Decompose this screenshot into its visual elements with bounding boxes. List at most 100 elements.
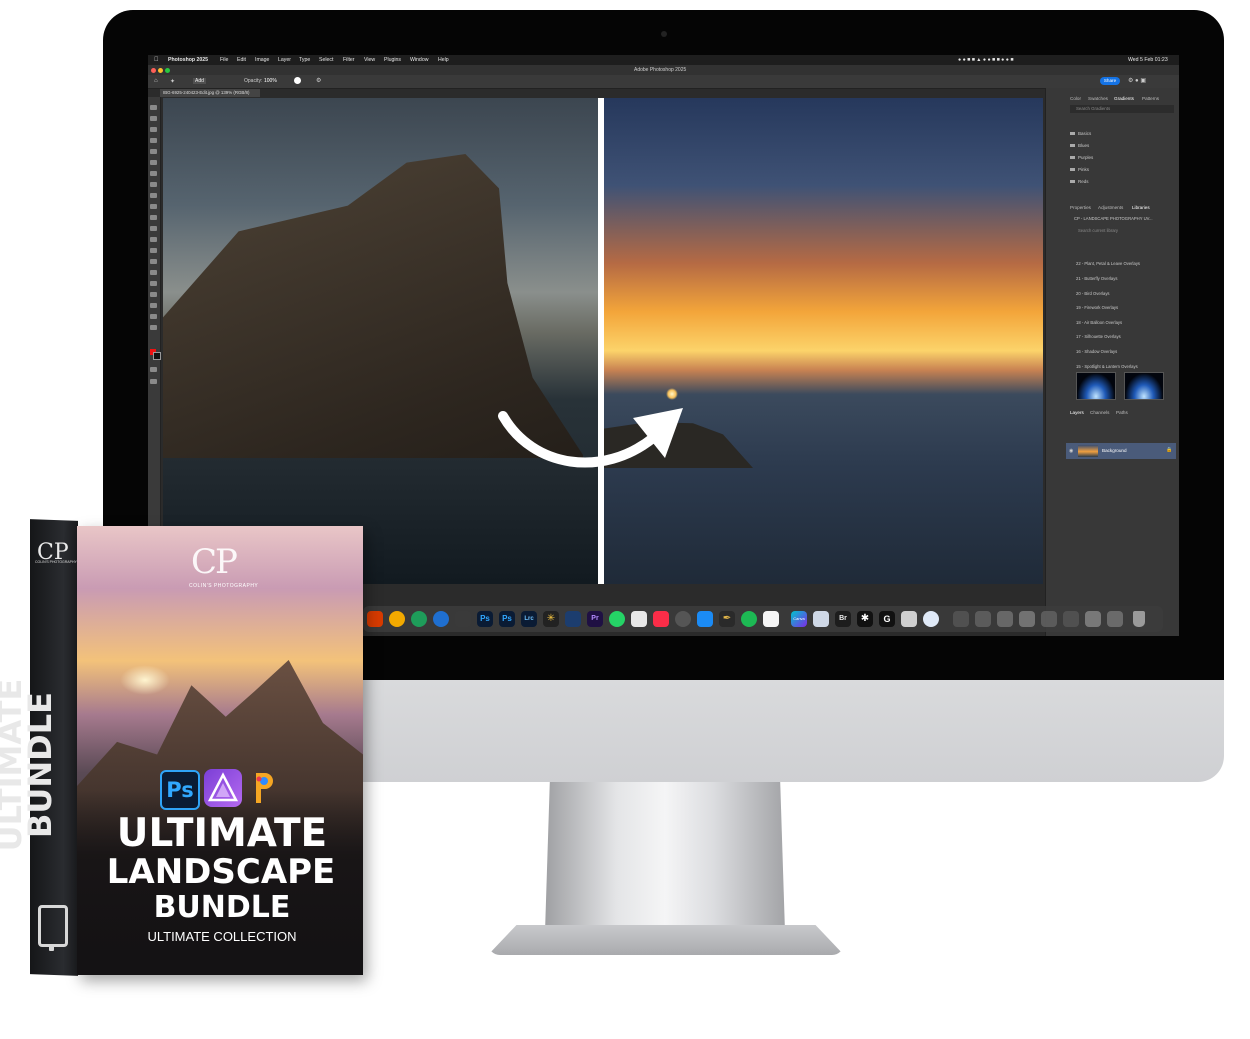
menu-file[interactable]: File [220,57,228,63]
pen-tool-icon[interactable] [150,270,157,275]
menu-type[interactable]: Type [299,57,310,63]
frame-tool-icon[interactable] [150,160,157,165]
home-icon[interactable]: ⌂ [154,78,158,84]
tab-color[interactable]: Color [1070,96,1081,101]
minimized-window-thumbnail[interactable] [1107,611,1123,627]
menu-image[interactable]: Image [255,57,269,63]
opacity-value[interactable]: 100% [264,78,277,84]
gdata-icon[interactable] [389,611,405,627]
library-item-22[interactable]: 22 - Plant, Petal & Leave Overlays [1076,261,1140,266]
marquee-tool-icon[interactable] [150,116,157,121]
brush-preview-icon[interactable] [294,77,301,84]
library-search-input[interactable]: Search current library [1078,228,1118,233]
selection-mode-add[interactable]: Add [193,78,206,84]
library-item-21[interactable]: 21 - Butterfly Overlays [1076,276,1117,281]
minimized-window-thumbnail[interactable] [953,611,969,627]
minimized-window-thumbnail[interactable] [1041,611,1057,627]
minimized-window-thumbnail[interactable] [975,611,991,627]
share-button[interactable]: Share [1100,77,1120,85]
status-icons[interactable]: ● ● ■ ■ ▲ ● ● ■ ■ ● ● ■ [958,57,1013,63]
sun-icon[interactable]: ✳ [543,611,559,627]
asterisk-icon[interactable]: ✱ [857,611,873,627]
tab-swatches[interactable]: Swatches [1088,96,1108,101]
eyedropper-tool-icon[interactable] [150,171,157,176]
quick-select-tool-icon[interactable] [150,138,157,143]
spotlight-overlay-thumbnail[interactable] [1076,372,1116,400]
shape-tool-icon[interactable] [150,303,157,308]
document-tab[interactable]: IBG-6925-240423-Edit.jpg @ 139% (RGB/8) [160,89,260,97]
settings-gear-icon[interactable]: ⚙ [316,77,321,84]
background-color-swatch[interactable] [153,352,161,360]
tab-adjustments[interactable]: Adjustments [1098,205,1123,210]
lightroom-dock-icon[interactable]: Lrc [521,611,537,627]
calculator-icon[interactable] [901,611,917,627]
path-select-tool-icon[interactable] [150,292,157,297]
gradient-folder-blues[interactable]: Blues [1070,143,1089,148]
move-tool-icon[interactable] [150,105,157,110]
library-item-17[interactable]: 17 - Silhouette Overlays [1076,334,1121,339]
minimized-window-thumbnail[interactable] [997,611,1013,627]
zoom-window-button[interactable] [165,68,170,73]
minimized-window-thumbnail[interactable] [1085,611,1101,627]
bridge-dock-icon[interactable]: Br [835,611,851,627]
stamp-tool-icon[interactable] [150,204,157,209]
menu-plugins[interactable]: Plugins [384,57,401,63]
blur-tool-icon[interactable] [150,248,157,253]
menubar-clock[interactable]: Wed 5 Feb 01:23 [1128,57,1168,63]
pen-icon[interactable]: ✒ [719,611,735,627]
menu-help[interactable]: Help [438,57,449,63]
gradient-folder-basics[interactable]: Basics [1070,131,1091,136]
gradient-folder-pinks[interactable]: Pinks [1070,167,1089,172]
gradient-folder-purples[interactable]: Purples [1070,155,1093,160]
tab-layers[interactable]: Layers [1070,410,1084,415]
brush-tool-icon[interactable] [150,193,157,198]
photoshop-beta-dock-icon[interactable]: Ps [499,611,515,627]
gradient-folder-reds[interactable]: Reds [1070,179,1089,184]
tab-libraries[interactable]: Libraries [1132,205,1150,210]
hand-tool-icon[interactable] [150,314,157,319]
crop-tool-icon[interactable] [150,149,157,154]
menu-edit[interactable]: Edit [237,57,246,63]
menu-window[interactable]: Window [410,57,428,63]
eraser-tool-icon[interactable] [150,226,157,231]
tab-properties[interactable]: Properties [1070,205,1091,210]
canva-icon[interactable]: Canva [791,611,807,627]
app-store-icon[interactable] [697,611,713,627]
library-item-16[interactable]: 16 - Shadow Overlays [1076,349,1117,354]
spotify-icon[interactable] [741,611,757,627]
tab-patterns[interactable]: Patterns [1142,96,1159,101]
trash-icon[interactable] [1133,611,1145,627]
preview-icon[interactable] [813,611,829,627]
gradient-search-input[interactable]: Search Gradients [1070,105,1174,113]
clock-icon[interactable] [675,611,691,627]
gradient-tool-icon[interactable] [150,237,157,242]
canvas[interactable] [163,98,1043,584]
skype-icon[interactable] [433,611,449,627]
screen-mode-icon[interactable] [150,379,157,384]
healing-tool-icon[interactable] [150,182,157,187]
history-brush-tool-icon[interactable] [150,215,157,220]
tab-channels[interactable]: Channels [1090,410,1109,415]
menu-app-name[interactable]: Photoshop 2025 [168,57,208,63]
minimized-window-thumbnail[interactable] [1019,611,1035,627]
office-icon[interactable] [367,611,383,627]
eye-icon[interactable]: ◉ [1069,448,1073,454]
minimize-window-button[interactable] [158,68,163,73]
g-hub-icon[interactable]: G [879,611,895,627]
brush-tool-icon[interactable]: ✦ [170,78,175,85]
game-icon[interactable] [631,611,647,627]
menu-layer[interactable]: Layer [278,57,291,63]
music-icon[interactable] [653,611,669,627]
workspace-icons[interactable]: ⚙ ● ▣ [1128,77,1146,84]
library-item-19[interactable]: 19 - Firework Overlays [1076,305,1118,310]
photoshop-dock-icon[interactable]: Ps [477,611,493,627]
menu-filter[interactable]: Filter [343,57,355,63]
library-item-18[interactable]: 18 - Air Balloon Overlays [1076,320,1122,325]
apple-icon[interactable]:  [154,57,159,63]
tab-gradients[interactable]: Gradients [1114,96,1134,101]
library-name[interactable]: CP - LANDSCAPE PHOTOGRAPHY UV... [1074,216,1153,221]
dodge-tool-icon[interactable] [150,259,157,264]
lasso-tool-icon[interactable] [150,127,157,132]
menu-select[interactable]: Select [319,57,333,63]
premiere-dock-icon[interactable]: Pr [587,611,603,627]
